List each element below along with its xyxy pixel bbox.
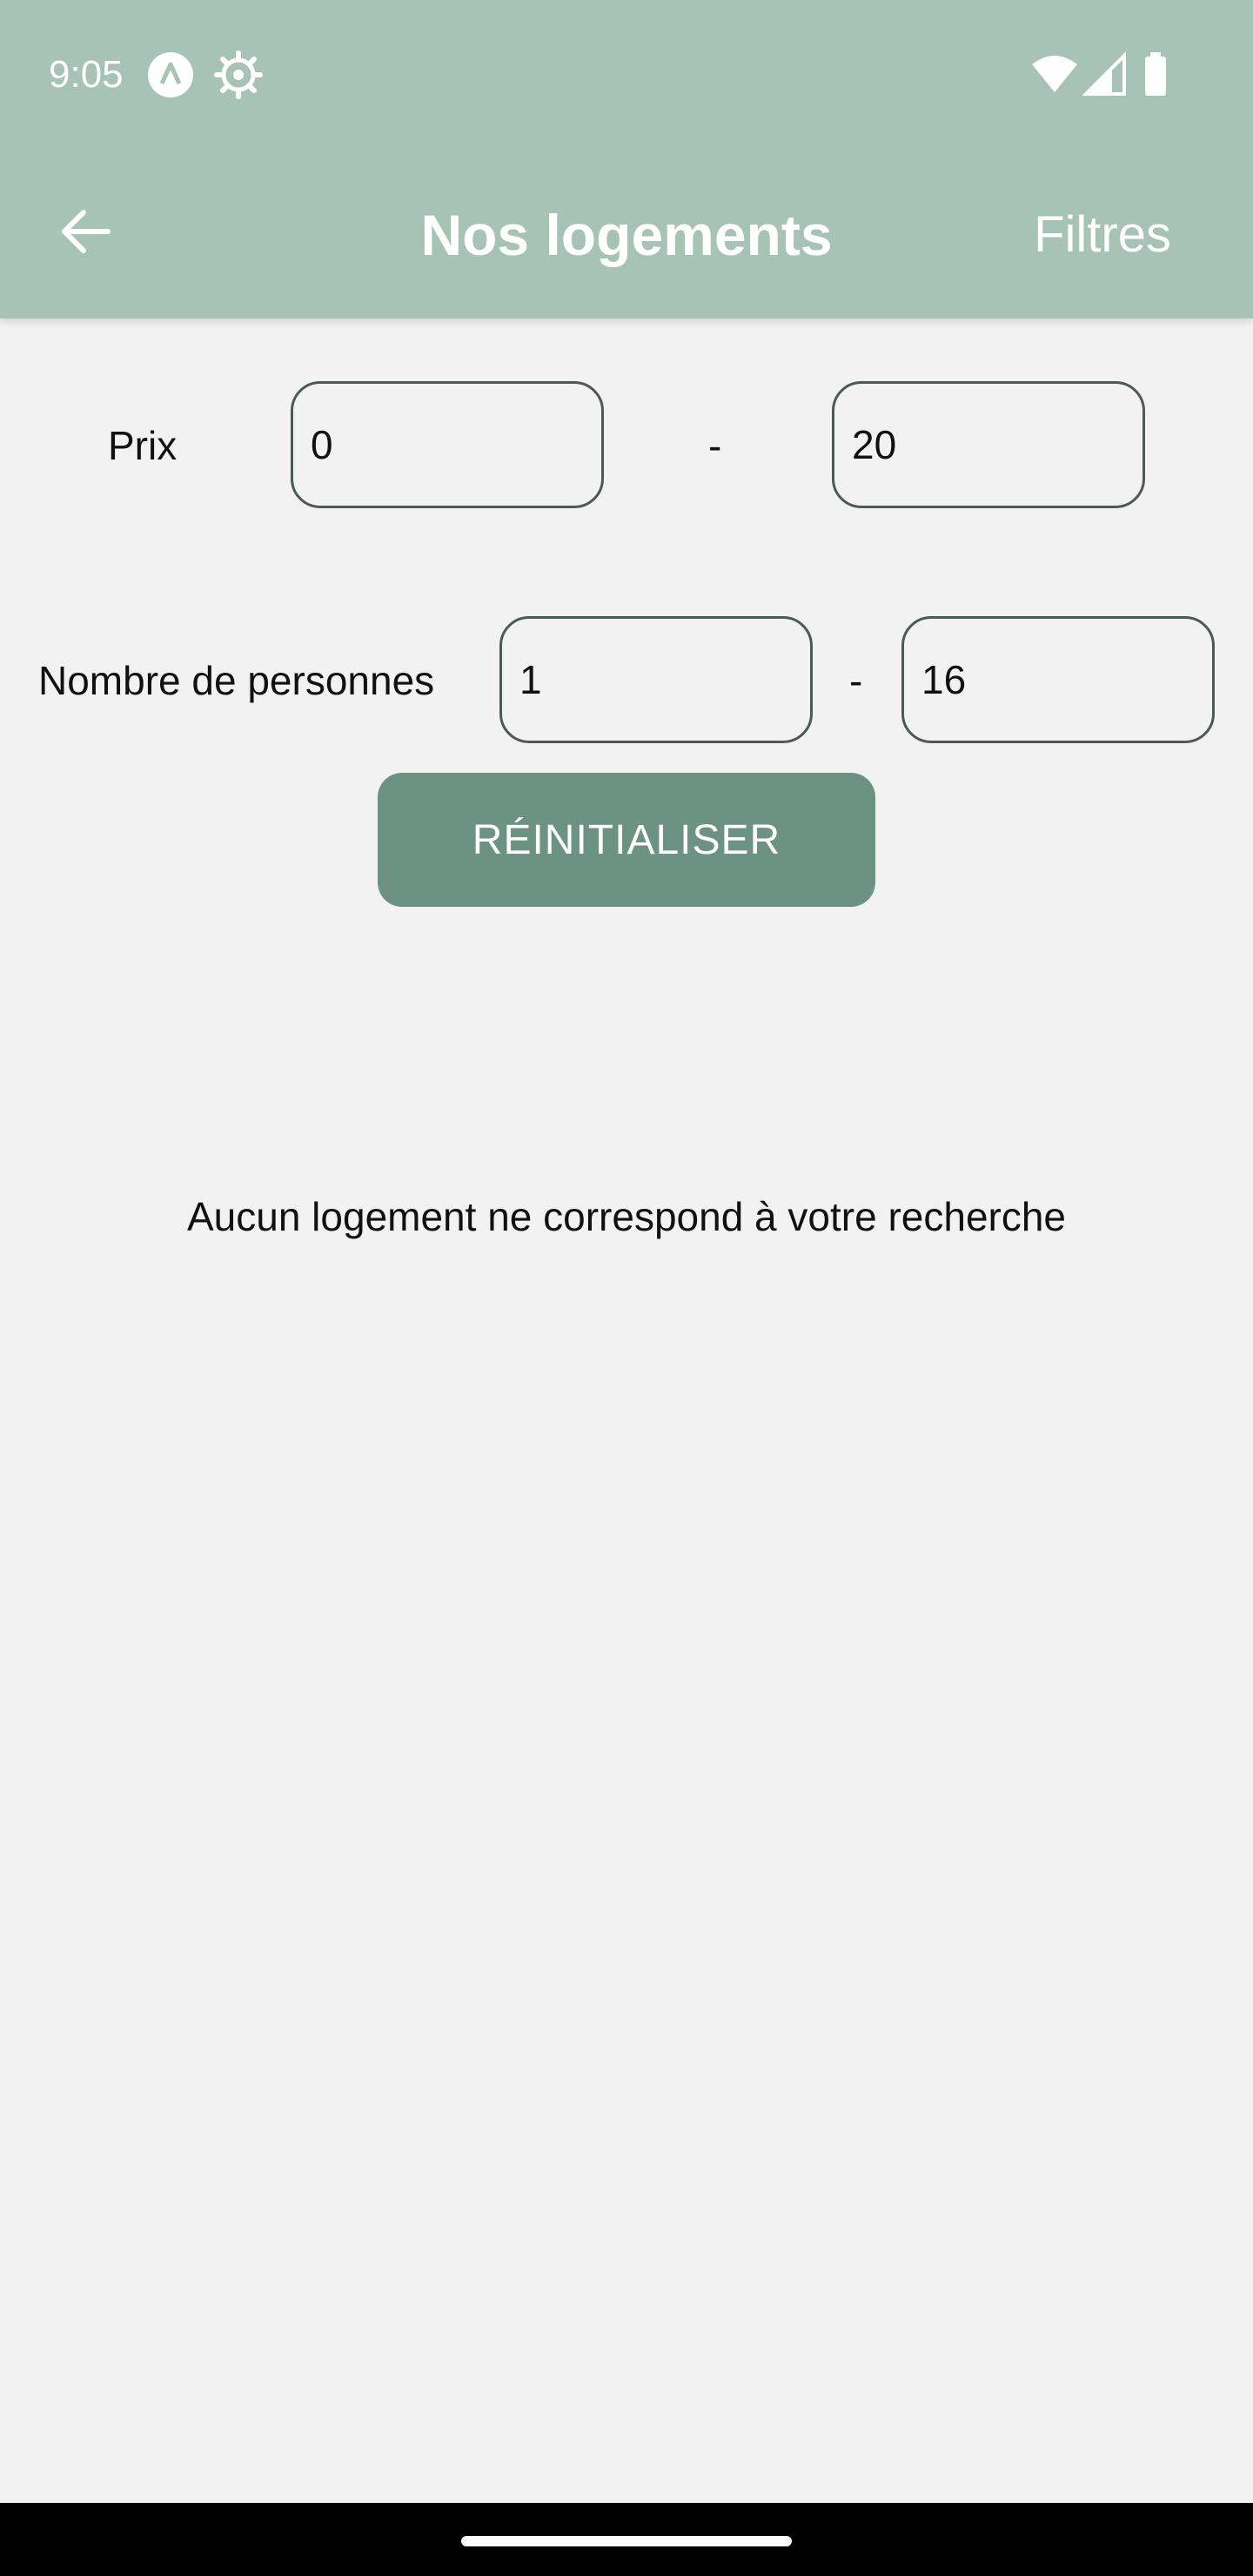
people-separator: - — [849, 658, 863, 703]
price-max-input[interactable] — [832, 381, 1145, 508]
people-label: Nombre de personnes — [38, 658, 435, 703]
home-indicator[interactable] — [461, 2536, 792, 2546]
header: 9:05 Nos logements Filtres — [0, 0, 1253, 319]
empty-results-message: Aucun logement ne correspond à votre rec… — [186, 1194, 1067, 1239]
price-min-input[interactable] — [291, 381, 604, 508]
cellular-signal-icon — [1082, 50, 1131, 99]
status-time: 9:05 — [49, 53, 124, 96]
status-bar: 9:05 — [0, 0, 1253, 148]
battery-icon — [1131, 50, 1180, 99]
people-min-input[interactable] — [499, 616, 813, 743]
app-bar: Nos logements Filtres — [0, 148, 1253, 319]
system-nav-bar — [0, 2503, 1253, 2576]
screen: 9:05 Nos logements Filtres Prix 0 - 20 N… — [0, 0, 1253, 2576]
filters-button[interactable]: Filtres — [1034, 204, 1171, 266]
app-notification-icon — [146, 50, 195, 99]
wifi-icon — [1030, 50, 1079, 99]
price-separator: - — [708, 423, 722, 468]
people-max-input[interactable] — [901, 616, 1215, 743]
reset-button[interactable]: RÉINITIALISER — [378, 773, 875, 907]
settings-gear-icon — [214, 50, 263, 99]
price-label: Prix — [108, 423, 178, 468]
